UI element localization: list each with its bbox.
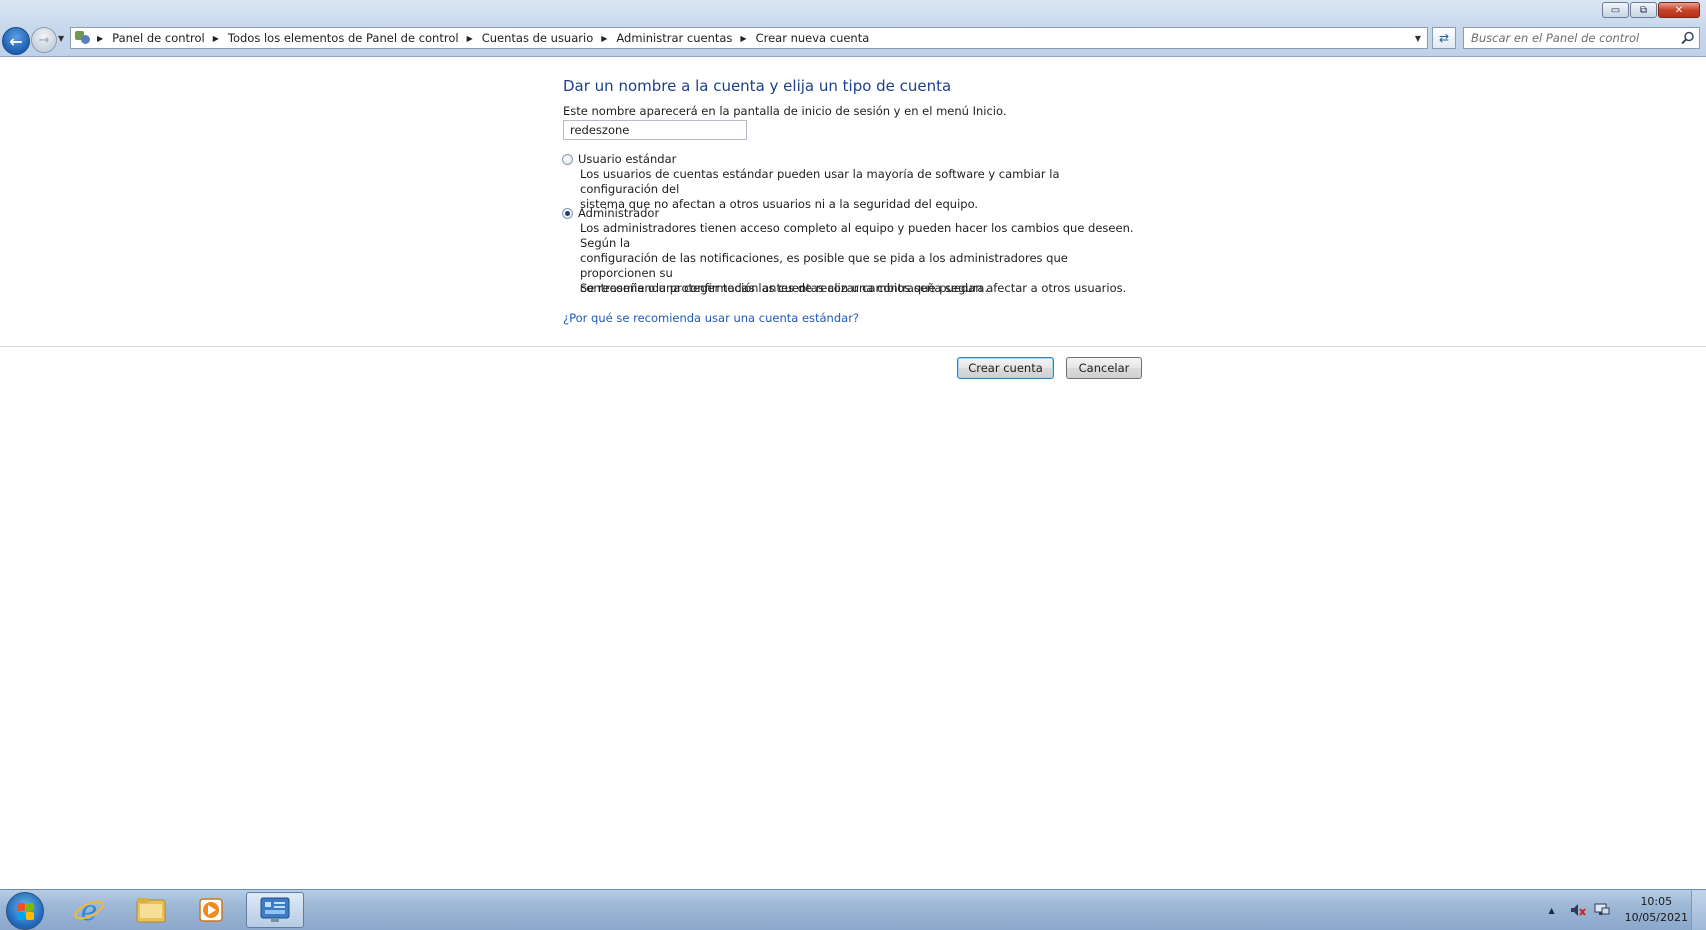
internet-explorer-icon: e	[74, 894, 104, 926]
breadcrumb-cuentas-de-usuario[interactable]: Cuentas de usuario ▶	[482, 31, 617, 45]
show-hidden-icons-button[interactable]: ▲	[1548, 906, 1554, 915]
control-panel-icon	[75, 30, 91, 46]
arrow-right-icon: →	[38, 32, 50, 48]
start-button[interactable]	[6, 892, 44, 930]
standard-user-option[interactable]: Usuario estándar	[562, 152, 676, 166]
network-icon[interactable]	[1593, 902, 1611, 918]
password-recommendation: Se recomienda proteger todas las cuentas…	[580, 281, 989, 295]
why-standard-account-link[interactable]: ¿Por qué se recomienda usar una cuenta e…	[563, 311, 859, 325]
recent-pages-dropdown[interactable]: ▼	[58, 34, 64, 43]
search-box[interactable]: Buscar en el Panel de control	[1463, 27, 1700, 49]
account-name-input[interactable]	[563, 120, 747, 140]
administrator-radio[interactable]	[562, 207, 573, 219]
standard-user-label: Usuario estándar	[578, 152, 677, 166]
arrow-left-icon: ←	[9, 31, 23, 51]
media-player-icon	[199, 898, 223, 922]
close-button[interactable]: ✕	[1658, 2, 1700, 18]
volume-muted-icon[interactable]	[1569, 902, 1587, 918]
content-divider	[0, 346, 1706, 347]
administrator-label: Administrador	[578, 206, 660, 220]
page-title: Dar un nombre a la cuenta y elija un tip…	[563, 77, 952, 95]
forward-button[interactable]: →	[31, 27, 57, 53]
address-history-dropdown[interactable]: ▼	[1415, 34, 1421, 43]
name-field-description: Este nombre aparecerá en la pantalla de …	[563, 104, 1007, 118]
breadcrumb-administrar-cuentas[interactable]: Administrar cuentas ▶	[616, 31, 755, 45]
administrator-option[interactable]: Administrador	[562, 206, 659, 220]
system-clock[interactable]: 10:05 10/05/2021	[1625, 894, 1688, 926]
maximize-button[interactable]: ⧉	[1630, 2, 1657, 18]
window-controls: ▭ ⧉ ✕	[1602, 2, 1700, 18]
refresh-icon: ⇄	[1438, 31, 1450, 45]
file-explorer-icon	[136, 898, 166, 923]
media-player-button[interactable]	[191, 893, 231, 927]
control-panel-icon	[260, 897, 290, 922]
clock-time: 10:05	[1640, 895, 1673, 908]
breadcrumb-root-chevron[interactable]: ▶	[95, 34, 112, 43]
search-icon[interactable]	[1681, 31, 1695, 45]
internet-explorer-button[interactable]: e	[69, 893, 109, 927]
refresh-button[interactable]: ⇄	[1432, 27, 1456, 49]
standard-user-description: Los usuarios de cuentas estándar pueden …	[580, 167, 1060, 211]
taskbar: e ▲ 10:05 10/05/2021	[0, 889, 1706, 930]
breadcrumb-crear-nueva-cuenta[interactable]: Crear nueva cuenta	[756, 31, 870, 45]
breadcrumb-todos-los-elementos[interactable]: Todos los elementos de Panel de control ▶	[228, 31, 482, 45]
file-explorer-button[interactable]	[131, 893, 171, 927]
create-account-button[interactable]: Crear cuenta	[957, 357, 1054, 379]
breadcrumb-panel-de-control[interactable]: Panel de control ▶	[112, 31, 228, 45]
show-desktop-button[interactable]	[1691, 890, 1706, 930]
clock-date: 10/05/2021	[1624, 911, 1688, 924]
standard-user-radio[interactable]	[562, 153, 573, 165]
system-tray: ▲ 10:05 10/05/2021	[1548, 890, 1696, 930]
address-bar[interactable]: ▶ Panel de control ▶ Todos los elementos …	[70, 27, 1428, 49]
window-title-bar: ▭ ⧉ ✕ ← → ▼ ▶ Panel de control ▶ Todos lo…	[0, 0, 1706, 57]
back-button[interactable]: ←	[2, 27, 30, 55]
minimize-button[interactable]: ▭	[1602, 2, 1629, 18]
cancel-button[interactable]: Cancelar	[1066, 357, 1142, 379]
control-panel-taskbar-button[interactable]	[246, 892, 304, 928]
svg-text:e: e	[81, 894, 98, 926]
search-placeholder: Buscar en el Panel de control	[1471, 31, 1640, 45]
